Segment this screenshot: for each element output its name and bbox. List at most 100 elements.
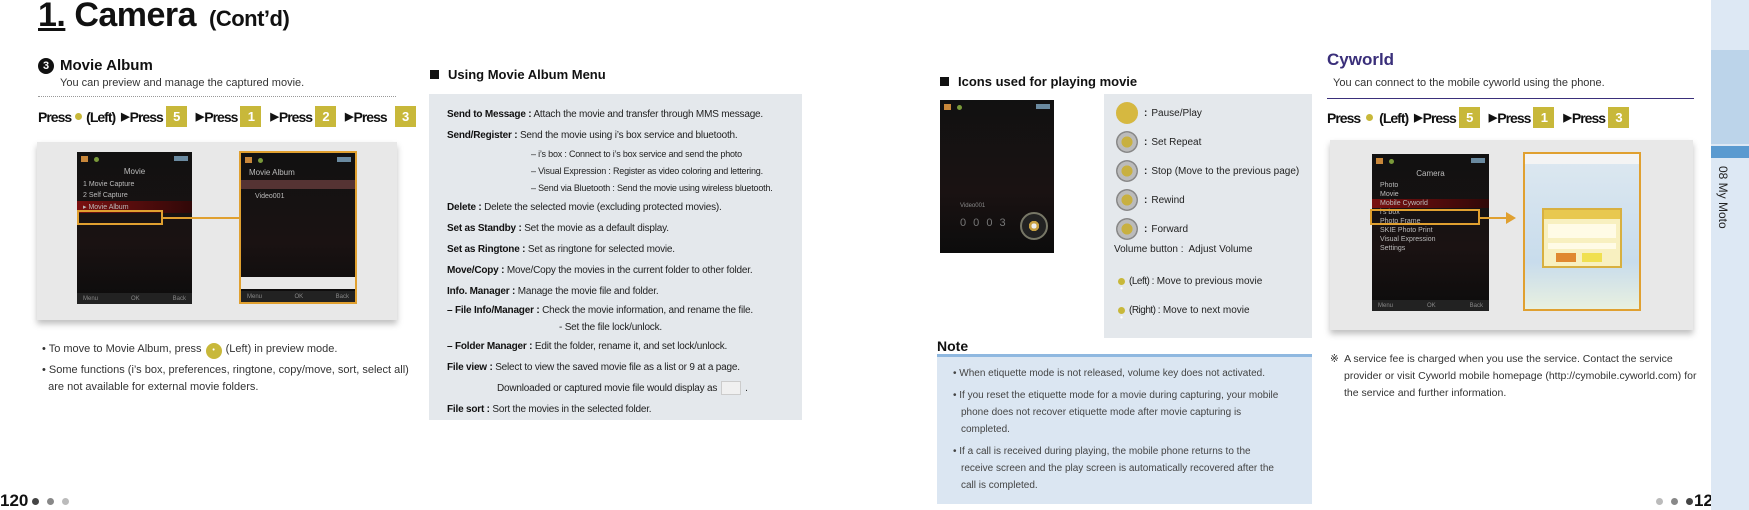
press-label: Press bbox=[1422, 109, 1457, 126]
tab-strip bbox=[241, 180, 355, 189]
movie-album-screenshot-panel: Movie 1 Movie Capture 2 Self Capture ▸ M… bbox=[37, 142, 397, 320]
cyworld-press-sequence: Press • (Left) ▶ Press 5 ▶ Press 1 ▶ Pre… bbox=[1327, 107, 1632, 129]
item-label: Set as Standby : bbox=[447, 223, 522, 234]
key-1-icon: 1 bbox=[1533, 107, 1555, 128]
signal-icon bbox=[1389, 159, 1394, 164]
footnote-text: A service fee is charged when you use th… bbox=[1344, 353, 1697, 399]
bullet-text: are not available for external movie fol… bbox=[48, 381, 259, 393]
triangle-arrow-icon: ▶ bbox=[1414, 112, 1423, 124]
page-dot bbox=[62, 497, 70, 505]
stop-icon bbox=[1116, 160, 1138, 182]
menu-item: 2 Self Capture bbox=[83, 192, 128, 199]
softkey-bar: Menu OK Back bbox=[1372, 300, 1489, 311]
right-key-text: Move to next movie bbox=[1162, 305, 1250, 316]
dialog-checkbox-row bbox=[1548, 243, 1616, 249]
bullet-text: To move to Movie Album, press bbox=[48, 343, 202, 355]
softkey-back: Back bbox=[1469, 302, 1483, 309]
icon-label: Rewind bbox=[1151, 194, 1185, 206]
icons-section-heading: Icons used for playing movie bbox=[940, 74, 1137, 89]
chapter-tab-marker bbox=[1711, 146, 1749, 158]
menu-item-selected: Mobile Cyworld bbox=[1372, 199, 1489, 208]
arrow-connector bbox=[1480, 217, 1508, 219]
softkey-menu: Menu bbox=[247, 293, 263, 300]
item-text: Sort the movies in the selected folder. bbox=[492, 404, 652, 415]
status-bar bbox=[1372, 154, 1489, 166]
title-suffix: (Cont’d) bbox=[209, 6, 290, 31]
arrow-head-icon bbox=[1506, 212, 1516, 224]
status-bar bbox=[241, 153, 355, 165]
menu-item-file-view: File view : Select to view the saved mov… bbox=[447, 357, 802, 378]
item-label: Send/Register : bbox=[447, 130, 518, 141]
menu-section-heading-text: Using Movie Album Menu bbox=[448, 67, 606, 82]
item-text: Set as ringtone for selected movie. bbox=[527, 244, 675, 255]
left-label: (Left) bbox=[1379, 109, 1409, 126]
colon: : bbox=[1144, 136, 1148, 148]
menu-subitem: - Set the file lock/unlock. bbox=[559, 322, 662, 333]
item-label: Move/Copy : bbox=[447, 265, 505, 276]
cyworld-footnote: ※ A service fee is charged when you use … bbox=[1330, 351, 1700, 402]
rewind-icon bbox=[1116, 189, 1138, 211]
selection-highlight bbox=[77, 210, 163, 225]
softkey-ok: OK bbox=[294, 293, 304, 300]
press-label: Press bbox=[1497, 109, 1531, 126]
square-bullet-icon bbox=[940, 77, 949, 86]
volume-label: Volume button : bbox=[1114, 244, 1184, 255]
signal-icon bbox=[957, 105, 962, 110]
left-label: (Left) bbox=[86, 108, 116, 125]
right-key-label: (Right) : bbox=[1129, 305, 1161, 316]
press-label: Press bbox=[353, 108, 388, 125]
menu-description-box: Send to Message : Attach the movie and t… bbox=[429, 94, 802, 420]
page-number-text: 120 bbox=[0, 491, 29, 510]
triangle-arrow-icon: ▶ bbox=[270, 111, 279, 123]
forward-icon bbox=[1116, 218, 1138, 240]
icon-label: Stop (Move to the previous page) bbox=[1151, 165, 1300, 177]
colon: : bbox=[1144, 107, 1148, 119]
item-text: Manage the movie file and folder. bbox=[517, 286, 659, 297]
softkey-back: Back bbox=[172, 295, 186, 302]
repeat-icon bbox=[1116, 131, 1138, 153]
item-text: Send the movie using i’s box service and… bbox=[519, 130, 738, 141]
dotted-divider bbox=[38, 96, 396, 97]
item-text: Set the movie as a default display. bbox=[524, 223, 669, 234]
item-text: Edit the folder, rename it, and set lock… bbox=[534, 341, 728, 352]
cyworld-screen bbox=[1523, 152, 1641, 311]
item-text: Select to view the saved movie file as a… bbox=[495, 362, 740, 373]
key-5-icon: 5 bbox=[1458, 107, 1480, 128]
left-soft-key-icon: • bbox=[75, 113, 83, 128]
message-icon bbox=[944, 104, 951, 110]
signal-icon bbox=[258, 158, 263, 163]
note-text: If you reset the etiquette mode for a mo… bbox=[959, 390, 1279, 435]
press-label: Press bbox=[204, 108, 238, 125]
movie-album-subheading: You can preview and manage the captured … bbox=[60, 77, 305, 89]
menu-item-send-register: Send/Register : Send the movie using i’s… bbox=[447, 125, 802, 146]
player-filename: Video001 bbox=[960, 203, 986, 209]
bullet-item: • Some functions (i’s box, preferences, … bbox=[42, 364, 409, 393]
page-dot bbox=[47, 497, 55, 505]
softkey-ok: OK bbox=[1427, 302, 1436, 309]
icon-label: Pause/Play bbox=[1151, 107, 1202, 119]
colon: : bbox=[1144, 223, 1148, 235]
movie-album-press-sequence: Press • (Left) ▶ Press 5 ▶ Press 1 ▶ Pre… bbox=[38, 106, 419, 128]
menu-item-folder-manager: – Folder Manager : Edit the folder, rena… bbox=[447, 336, 802, 357]
triangle-arrow-icon: ▶ bbox=[345, 111, 354, 123]
page-title: 1. Camera (Cont’d) bbox=[38, 0, 290, 35]
menu-item-set-as-ringtone: Set as Ringtone : Set as ringtone for se… bbox=[447, 239, 802, 260]
key-3-icon: 3 bbox=[394, 106, 416, 127]
key-3-icon: 3 bbox=[1608, 107, 1630, 128]
left-page-number: 120 bbox=[0, 491, 73, 510]
item-label: Info. Manager : bbox=[447, 286, 516, 297]
options-bar bbox=[241, 277, 355, 289]
menu-item: Visual Expression bbox=[1380, 236, 1436, 243]
note-box: • When etiquette mode is not released, v… bbox=[937, 357, 1312, 504]
icon-row-stop: : Stop (Move to the previous page) bbox=[1116, 160, 1299, 182]
item-text: Move/Copy the movies in the current fold… bbox=[506, 265, 753, 276]
softkey-menu: Menu bbox=[83, 295, 99, 302]
softkey-bar: Menu OK Back bbox=[77, 293, 192, 304]
cyworld-subheading: You can connect to the mobile cyworld us… bbox=[1333, 77, 1605, 89]
item-label: Set as Ringtone : bbox=[447, 244, 526, 255]
item-label: – File Info/Manager : bbox=[447, 305, 540, 316]
battery-icon bbox=[337, 156, 351, 162]
menu-item-move-copy: Move/Copy : Move/Copy the movies in the … bbox=[447, 260, 802, 281]
menu-item: Movie bbox=[1380, 191, 1399, 198]
step-number-badge: 3 bbox=[38, 58, 54, 74]
